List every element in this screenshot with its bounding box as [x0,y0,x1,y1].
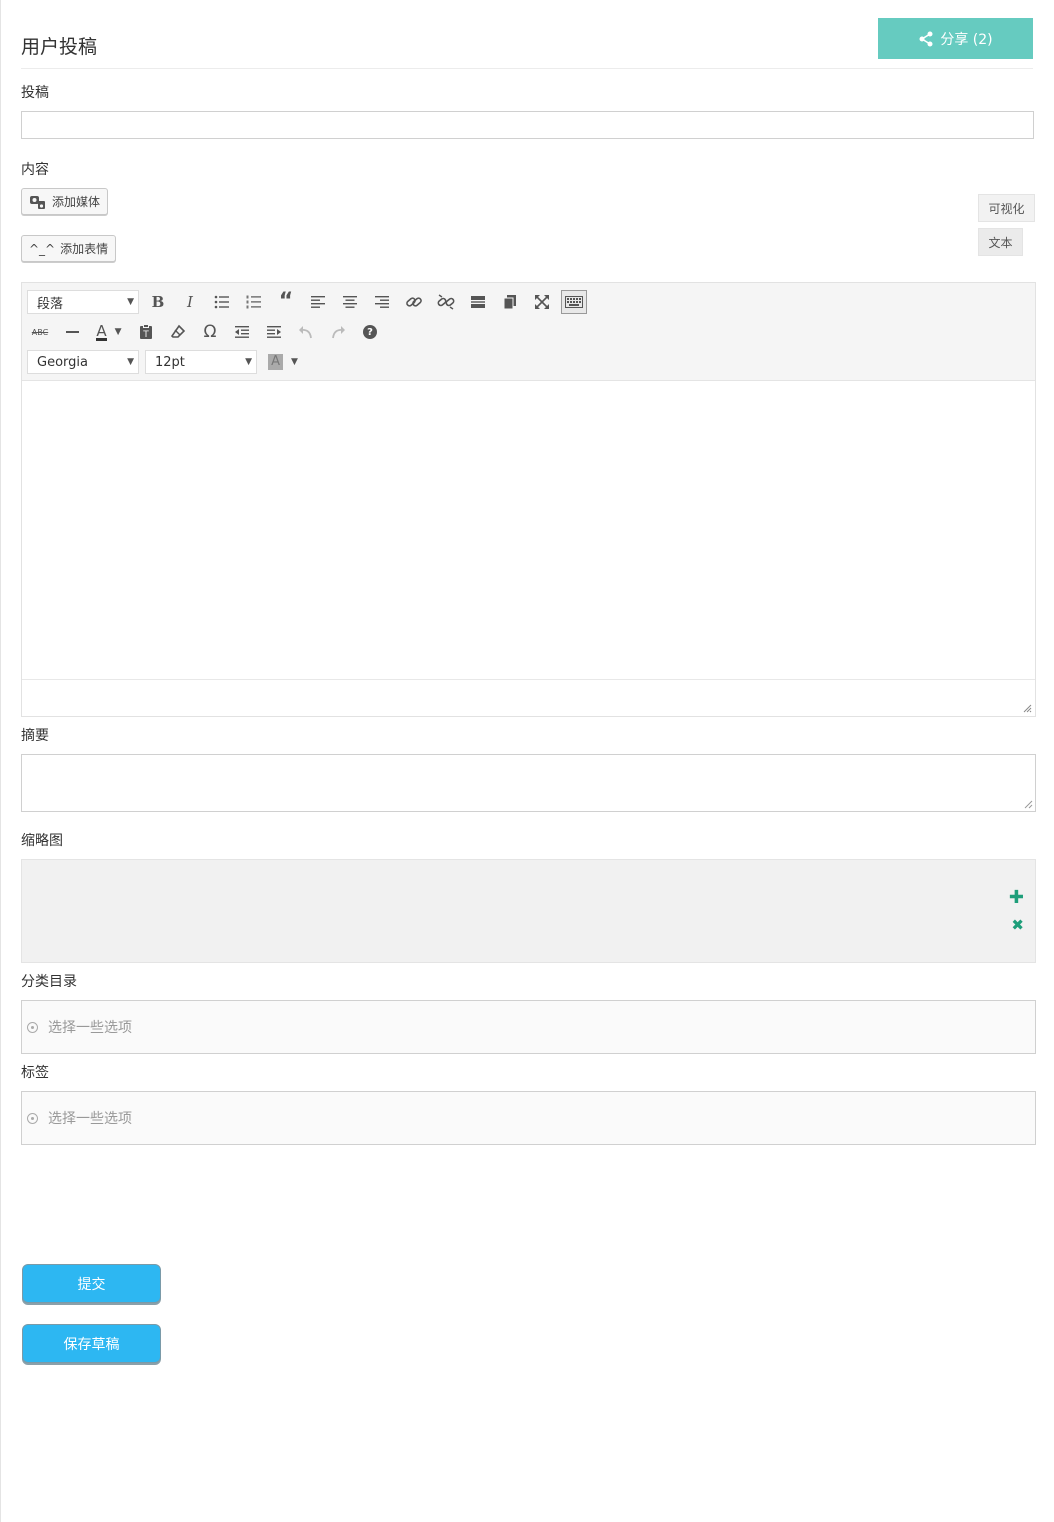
add-emoji-button[interactable]: ^_^ 添加表情 [21,235,117,262]
post-title-input[interactable] [21,111,1034,139]
font-size-value: 12pt [155,354,185,370]
font-family-select[interactable]: Georgia ▼ [27,350,139,374]
strikethrough-icon[interactable]: ABC [27,320,53,344]
share-button[interactable]: 分享 (2) [878,18,1033,59]
thumbnail-label: 缩略图 [21,833,63,849]
radio-dot-icon [27,1021,38,1033]
add-media-button[interactable]: 添加媒体 [21,188,109,215]
excerpt-textarea[interactable] [21,754,1036,812]
paste-text-icon[interactable]: T [133,320,159,344]
bullet-list-icon[interactable] [209,290,235,314]
chevron-down-icon: ▼ [127,357,134,367]
help-glyph: ? [363,325,377,339]
category-label: 分类目录 [21,974,77,990]
svg-text:T: T [142,330,149,340]
link-icon[interactable] [401,290,427,314]
clear-format-icon[interactable] [165,320,191,344]
align-center-icon[interactable] [337,290,363,314]
share-button-label: 分享 (2) [940,31,993,48]
resize-handle-icon[interactable] [1022,703,1032,713]
tab-text[interactable]: 文本 [978,228,1023,256]
chevron-down-icon: ▼ [127,297,134,307]
add-emoji-label: 添加表情 [60,242,109,256]
align-right-icon[interactable] [369,290,395,314]
italic-glyph: I [187,293,193,311]
format-select-value: 段落 [37,296,64,312]
editor-content-area[interactable] [22,380,1035,680]
italic-icon[interactable]: I [177,290,203,314]
page-title: 用户投稿 [21,36,98,58]
emoji-icon: ^_^ [29,241,56,256]
undo-icon[interactable] [293,320,319,344]
read-more-icon[interactable] [465,290,491,314]
save-draft-button[interactable]: 保存草稿 [22,1324,161,1363]
omega-glyph: Ω [203,322,217,342]
add-media-label: 添加媒体 [52,195,101,209]
rich-text-editor: 段落 ▼ B I “ ABC A ▼ T Ω ? Georgia ▼ 12pt … [21,282,1036,717]
category-placeholder: 选择一些选项 [48,1020,132,1036]
text-color-glyph: A [96,321,107,341]
tags-label: 标签 [21,1065,49,1081]
content-label: 内容 [21,162,49,178]
bold-icon[interactable]: B [145,290,171,314]
numbered-list-icon[interactable] [241,290,267,314]
text-color-icon[interactable]: A ▼ [91,320,127,344]
unlink-icon[interactable] [433,290,459,314]
tags-select[interactable]: 选择一些选项 [21,1091,1036,1145]
toolbar-toggle-icon[interactable] [561,290,587,314]
font-family-value: Georgia [37,354,88,370]
media-icon [30,195,45,209]
remove-thumbnail-icon[interactable]: ✖ [1011,916,1024,934]
toolbar-row-2: ABC A ▼ T Ω ? [27,319,389,345]
page-header: 用户投稿 分享 (2) [21,18,1033,69]
chevron-down-icon: ▼ [114,327,122,337]
chevron-down-icon: ▼ [245,357,252,367]
help-icon[interactable]: ? [357,320,383,344]
thumbnail-dropzone[interactable]: ✚ ✖ [21,859,1036,963]
horizontal-rule-icon[interactable] [59,320,85,344]
fullscreen-icon[interactable] [529,290,555,314]
left-border [0,0,1,1522]
add-thumbnail-icon[interactable]: ✚ [1009,889,1024,907]
editor-toolbar: 段落 ▼ B I “ ABC A ▼ T Ω ? Georgia ▼ 12pt … [22,283,1035,381]
toolbar-row-3: Georgia ▼ 12pt ▼ A ▼ [27,349,309,375]
category-select[interactable]: 选择一些选项 [21,1000,1036,1054]
tags-placeholder: 选择一些选项 [48,1111,132,1127]
excerpt-label: 摘要 [21,728,49,744]
toolbar-row-1: 段落 ▼ B I “ [27,289,593,315]
format-select[interactable]: 段落 ▼ [27,290,139,314]
font-size-select[interactable]: 12pt ▼ [145,350,257,374]
chevron-down-icon: ▼ [290,357,298,367]
background-color-icon[interactable]: A ▼ [263,350,303,374]
radio-dot-icon [27,1112,38,1124]
copy-icon[interactable] [497,290,523,314]
redo-icon[interactable] [325,320,351,344]
indent-icon[interactable] [261,320,287,344]
bold-glyph: B [151,293,165,311]
strike-glyph: ABC [31,327,49,337]
submit-button[interactable]: 提交 [22,1264,161,1303]
bg-color-glyph: A [268,354,283,370]
editor-status-bar [22,679,1035,716]
resize-handle-icon[interactable] [1024,800,1033,809]
tab-visual[interactable]: 可视化 [978,194,1035,222]
special-char-icon[interactable]: Ω [197,320,223,344]
share-icon [919,31,933,46]
blockquote-icon[interactable]: “ [273,290,299,314]
outdent-icon[interactable] [229,320,255,344]
post-label: 投稿 [21,85,49,101]
align-left-icon[interactable] [305,290,331,314]
